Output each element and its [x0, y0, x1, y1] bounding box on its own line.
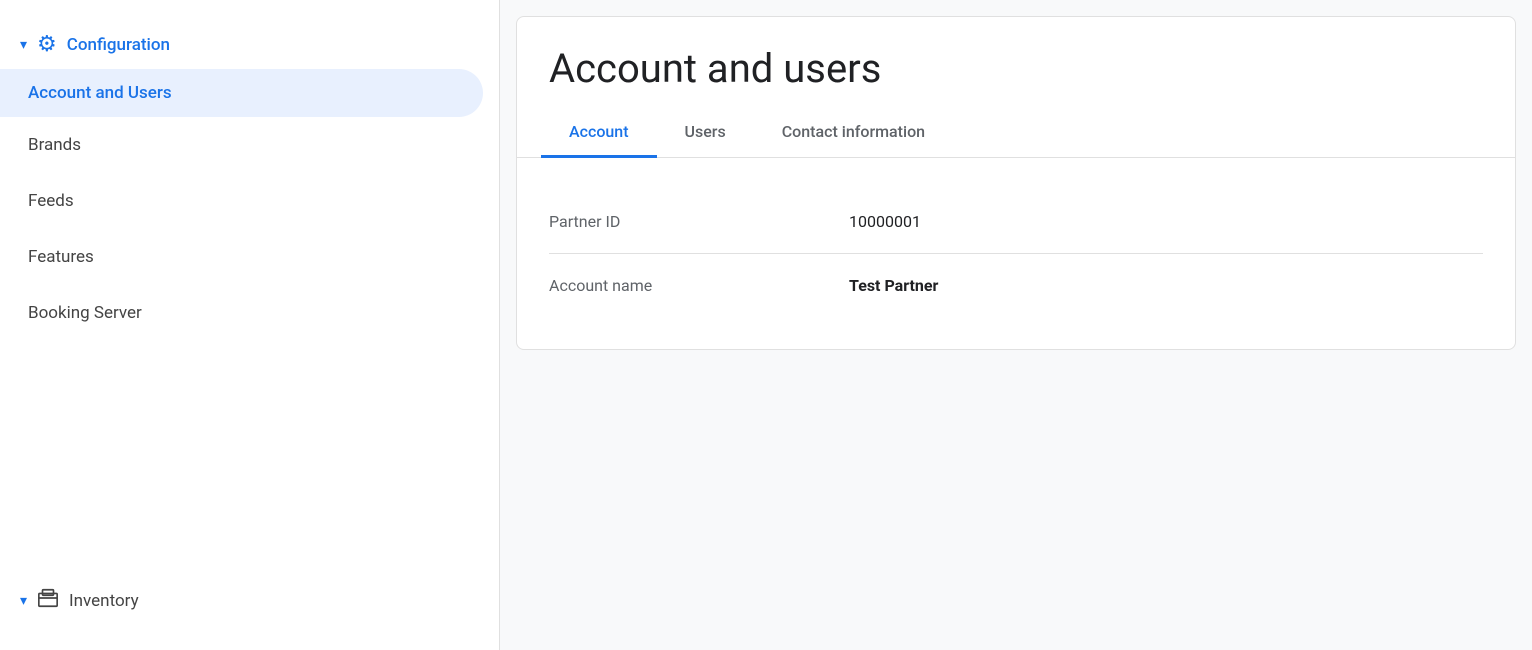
page-title: Account and users [517, 17, 1515, 108]
tabs-bar: Account Users Contact information [517, 108, 1515, 158]
sidebar-configuration-label: Configuration [67, 35, 170, 55]
sidebar-active-item-label: Account and Users [28, 83, 172, 103]
sidebar-item-label: Brands [28, 135, 81, 155]
partner-id-label: Partner ID [549, 212, 849, 231]
tab-users[interactable]: Users [657, 108, 754, 158]
sidebar-item-label: Features [28, 247, 94, 267]
sidebar-inventory-header[interactable]: ▾ Inventory [0, 571, 499, 630]
account-name-label: Account name [549, 276, 849, 295]
sidebar-item-label: Feeds [28, 191, 74, 211]
chevron-down-icon: ▾ [20, 593, 27, 609]
sidebar-item-features[interactable]: Features [0, 229, 499, 285]
sidebar: ▾ ⚙ Configuration Account and Users Bran… [0, 0, 500, 650]
content-card: Account and users Account Users Contact … [516, 16, 1516, 350]
tab-contact-information[interactable]: Contact information [754, 108, 953, 158]
inventory-icon [37, 587, 59, 614]
main-content: Account and users Account Users Contact … [500, 0, 1532, 650]
sidebar-item-feeds[interactable]: Feeds [0, 173, 499, 229]
chevron-down-icon: ▾ [20, 37, 27, 53]
partner-id-value: 10000001 [849, 212, 921, 231]
gear-icon: ⚙ [37, 32, 57, 57]
account-name-row: Account name Test Partner [549, 254, 1483, 317]
sidebar-item-account-and-users[interactable]: Account and Users [0, 69, 483, 117]
partner-id-row: Partner ID 10000001 [549, 190, 1483, 254]
sidebar-item-label: Booking Server [28, 303, 142, 323]
sidebar-item-booking-server[interactable]: Booking Server [0, 285, 499, 341]
account-tab-content: Partner ID 10000001 Account name Test Pa… [517, 158, 1515, 349]
sidebar-item-brands[interactable]: Brands [0, 117, 499, 173]
sidebar-configuration-header[interactable]: ▾ ⚙ Configuration [0, 20, 499, 69]
sidebar-inventory-label: Inventory [69, 591, 139, 611]
account-name-value: Test Partner [849, 276, 938, 295]
tab-account[interactable]: Account [541, 108, 657, 158]
